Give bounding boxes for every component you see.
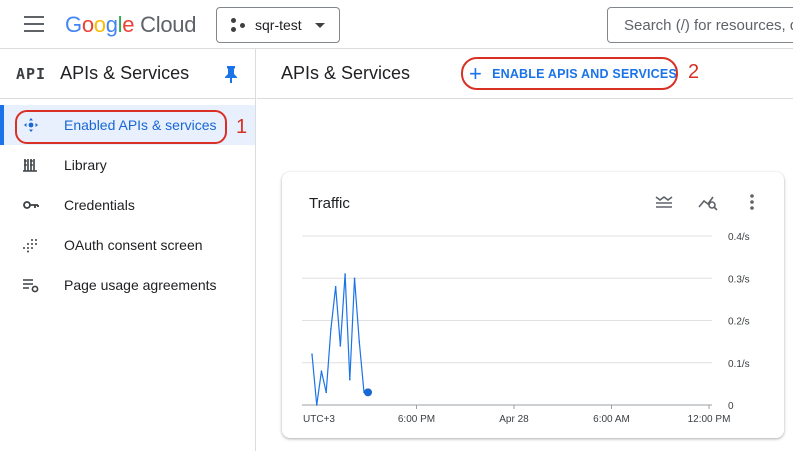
traffic-series-segment	[358, 341, 365, 393]
sidebar-item-credentials[interactable]: Credentials	[0, 185, 255, 225]
project-name: sqr-test	[255, 17, 302, 33]
x-tick-label: UTC+3	[303, 414, 335, 425]
search-placeholder: Search (/) for resources, docs, products…	[624, 16, 793, 34]
logo-cloud-text: Cloud	[140, 12, 197, 37]
traffic-series-segment	[344, 273, 351, 380]
traffic-point	[353, 277, 356, 280]
traffic-point	[344, 273, 346, 275]
library-icon	[23, 159, 37, 172]
x-tick-label: Apr 28	[499, 414, 529, 425]
sidebar-title: APIs & Services	[60, 63, 190, 83]
sidebar-item-page-usage[interactable]: Page usage agreements	[0, 265, 255, 305]
api-icon: API	[16, 64, 47, 83]
y-tick-label: 0.1/s	[728, 359, 750, 370]
latest-point-marker	[364, 388, 372, 397]
chevron-down-icon	[315, 23, 325, 28]
traffic-point	[339, 345, 342, 347]
traffic-series-segment	[330, 286, 337, 330]
traffic-card: Traffic 0 0.1/s 0.2/s 0.3/s 0.4/s UTC+3 6:00 P…	[282, 172, 784, 438]
traffic-series-segment	[320, 371, 327, 393]
sidebar-item-label: Library	[64, 157, 107, 173]
traffic-series-segment	[339, 273, 346, 346]
page-title: APIs & Services	[281, 63, 411, 83]
traffic-point	[311, 353, 313, 356]
traffic-point	[349, 378, 351, 381]
settings-list-icon	[23, 279, 39, 293]
sidebar-item-label: Credentials	[64, 197, 135, 213]
y-tick-label: 0.4/s	[728, 232, 750, 243]
traffic-series-segment	[353, 278, 360, 342]
sidebar-item-oauth[interactable]: OAuth consent screen	[0, 225, 255, 265]
y-tick-label: 0	[728, 401, 734, 412]
traffic-point	[325, 391, 327, 394]
search-input[interactable]: Search (/) for resources, docs, products…	[607, 7, 793, 43]
y-tick-label: 0.2/s	[728, 317, 750, 328]
annotation-number-2: 2	[688, 61, 700, 83]
annotation-number-1: 1	[236, 116, 248, 138]
traffic-series-segment	[325, 328, 332, 393]
traffic-point	[315, 404, 318, 406]
traffic-series-segment	[316, 371, 323, 406]
traffic-series-segment	[335, 286, 341, 346]
sidebar-header: API APIs & Services	[0, 49, 255, 99]
y-tick-label: 0.3/s	[728, 274, 750, 285]
x-tick-label: 12:00 PM	[688, 414, 731, 425]
x-tick-label: 6:00 AM	[593, 414, 630, 425]
sidebar-item-label: OAuth consent screen	[64, 237, 203, 253]
logo-google-text: Google	[65, 12, 135, 37]
project-picker[interactable]: sqr-test	[216, 7, 340, 43]
x-tick-label: 6:00 PM	[398, 414, 435, 425]
annotation-oval-1	[15, 110, 227, 144]
traffic-point	[358, 340, 361, 343]
sidebar-item-label: Page usage agreements	[64, 277, 217, 293]
project-dots-icon	[231, 18, 245, 32]
annotation-oval-2	[461, 57, 678, 90]
traffic-series-segment	[349, 278, 356, 380]
main-menu-icon[interactable]	[24, 16, 44, 32]
traffic-series-segment	[311, 354, 318, 406]
traffic-chart: 0 0.1/s 0.2/s 0.3/s 0.4/s UTC+3 6:00 PM Apr 28 6…	[302, 232, 750, 425]
traffic-point	[334, 285, 337, 288]
google-cloud-logo[interactable]: Google Cloud	[65, 12, 196, 38]
sidebar-item-library[interactable]: Library	[0, 145, 255, 185]
key-icon	[23, 201, 39, 209]
traffic-point	[330, 328, 332, 330]
pin-icon[interactable]	[224, 65, 238, 83]
dotted-grid-icon	[23, 239, 37, 253]
traffic-point	[320, 370, 323, 372]
top-bar: Google Cloud sqr-test Search (/) for reso…	[0, 0, 793, 49]
